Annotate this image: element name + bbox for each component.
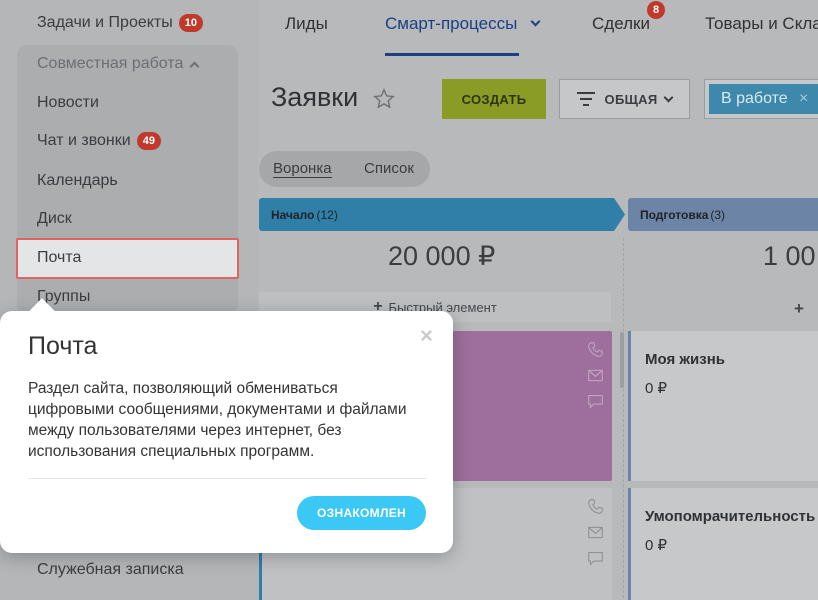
- column-divider: [623, 238, 624, 598]
- sidebar-item-label: Задачи и Проекты: [37, 14, 173, 31]
- scrollbar-thumb[interactable]: [620, 332, 624, 388]
- kanban-card[interactable]: Моя жизнь 0 ₽: [628, 331, 818, 481]
- filter-icon: [576, 92, 595, 106]
- tab-leads[interactable]: Лиды: [285, 14, 328, 34]
- sidebar-item-mail[interactable]: Почта: [37, 249, 81, 267]
- status-chip-label: В работе: [721, 90, 788, 107]
- mail-icon[interactable]: [587, 524, 604, 541]
- view-list[interactable]: Список: [364, 160, 414, 177]
- status-filter-chip[interactable]: В работе ×: [709, 84, 818, 114]
- popup-divider: [28, 478, 426, 479]
- sidebar-item-chat[interactable]: Чат и звонки 49: [37, 132, 161, 150]
- column-count: (12): [316, 207, 338, 222]
- top-navigation: Лиды Смарт-процессы Сделки 8 Товары и Ск…: [258, 0, 818, 56]
- search-filter-field[interactable]: В работе ×: [704, 79, 818, 119]
- sidebar-item-tasks[interactable]: Задачи и Проекты 10: [37, 14, 203, 32]
- kanban-column-header-start[interactable]: Начало (12): [259, 198, 625, 231]
- filter-preset-button[interactable]: ОБЩАЯ: [559, 79, 690, 119]
- create-button[interactable]: СОЗДАТЬ: [442, 79, 546, 119]
- sidebar-item-label: Почта: [37, 249, 82, 266]
- mail-icon[interactable]: [587, 367, 604, 384]
- popup-title: Почта: [28, 332, 98, 360]
- chevron-down-icon: [664, 92, 674, 102]
- tab-products[interactable]: Товары и Скла: [705, 14, 818, 34]
- star-icon[interactable]: [373, 88, 395, 110]
- sidebar-item-label: Новости: [37, 94, 99, 111]
- filter-label: ОБЩАЯ: [604, 91, 658, 107]
- page-title: Заявки: [271, 82, 359, 112]
- quick-add-plus-button[interactable]: +: [794, 299, 804, 319]
- phone-icon[interactable]: [587, 498, 604, 515]
- column-name: Начало: [271, 207, 315, 222]
- tab-label: Смарт-процессы: [385, 14, 518, 33]
- remove-chip-icon[interactable]: ×: [799, 84, 808, 114]
- card-actions: [587, 341, 604, 410]
- card-actions: [587, 498, 604, 567]
- column-count: (3): [710, 207, 726, 222]
- sidebar-item-label: Диск: [37, 210, 72, 227]
- tasks-counter-badge: 10: [178, 14, 203, 32]
- comment-icon[interactable]: [587, 550, 604, 567]
- acknowledge-button[interactable]: ОЗНАКОМЛЕН: [297, 496, 426, 530]
- chat-counter-badge: 49: [136, 132, 161, 150]
- sidebar-item-label: Календарь: [37, 172, 118, 189]
- deals-counter-badge: 8: [647, 1, 665, 19]
- comment-icon[interactable]: [587, 393, 604, 410]
- card-title: Умопомрачительность: [645, 508, 816, 525]
- sidebar-item-memo[interactable]: Служебная записка: [37, 561, 184, 579]
- view-switcher: Воронка Список: [259, 151, 430, 187]
- popup-description: Раздел сайта, позволяющий обмениваться ц…: [28, 380, 407, 460]
- kanban-card[interactable]: Умопомрачительность 0 ₽: [628, 488, 818, 600]
- tab-deals[interactable]: Сделки: [592, 14, 650, 34]
- column-sum: 20 000 ₽: [388, 241, 496, 271]
- kanban-column-header-preparation[interactable]: Подготовка (3): [628, 198, 818, 231]
- chevron-down-icon: [530, 16, 541, 27]
- phone-icon[interactable]: [587, 341, 604, 358]
- column-name: Подготовка: [640, 207, 709, 222]
- chevron-up-icon: [189, 61, 200, 71]
- card-price: 0 ₽: [645, 537, 668, 554]
- card-price: 0 ₽: [645, 380, 668, 397]
- close-icon[interactable]: ×: [420, 325, 433, 347]
- view-kanban[interactable]: Воронка: [273, 160, 332, 178]
- sidebar-item-disk[interactable]: Диск: [37, 210, 72, 228]
- sidebar-group-header[interactable]: Совместная работа: [37, 55, 200, 73]
- tab-smart-processes[interactable]: Смарт-процессы: [385, 14, 541, 34]
- sidebar-item-label: Чат и звонки: [37, 132, 131, 149]
- hint-popup: × Почта Раздел сайта, позволяющий обмени…: [0, 298, 453, 553]
- sidebar-group-title: Совместная работа: [37, 55, 184, 72]
- sidebar-item-calendar[interactable]: Календарь: [37, 172, 118, 190]
- sidebar-item-news[interactable]: Новости: [37, 94, 99, 112]
- column-sum: 1 00: [763, 241, 816, 271]
- card-title: Моя жизнь: [645, 351, 725, 368]
